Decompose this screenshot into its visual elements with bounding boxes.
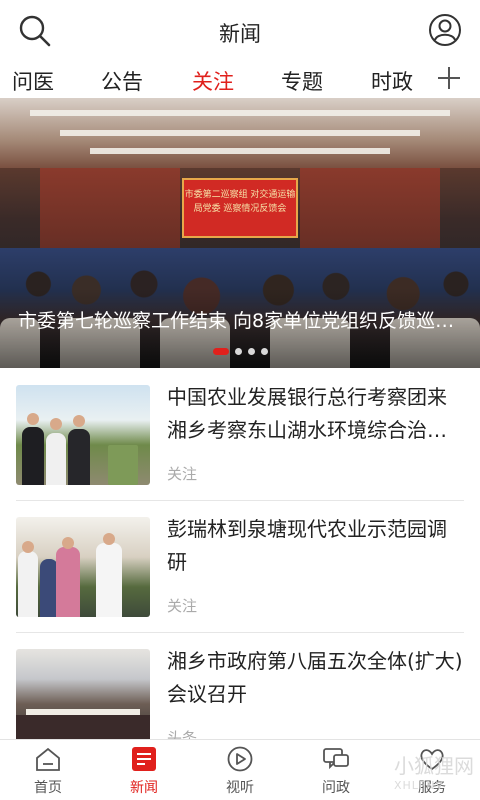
play-icon xyxy=(227,746,253,772)
meeting-stage-banner: 市委第二巡察组 对交通运输局党委 巡察情况反馈会 xyxy=(182,178,298,238)
chat-icon xyxy=(323,748,349,770)
nav-label: 新闻 xyxy=(130,780,158,796)
nav-label: 视听 xyxy=(226,780,254,796)
nav-news[interactable]: 新闻 xyxy=(96,740,192,800)
carousel-dot-active[interactable] xyxy=(212,348,229,355)
nav-home[interactable]: 首页 xyxy=(0,740,96,800)
watermark-subtext: XHLFNV xyxy=(394,779,445,792)
nav-inquiry[interactable]: 问政 xyxy=(288,740,384,800)
stage-banner-text: 市委第二巡察组 对交通运输局党委 巡察情况反馈会 xyxy=(184,190,296,214)
tab-guanzhu[interactable]: 关注 xyxy=(192,66,234,96)
page-title: 新闻 xyxy=(219,22,261,46)
nav-label: 问政 xyxy=(322,780,350,796)
carousel-dot[interactable] xyxy=(247,348,255,355)
article-thumbnail xyxy=(16,385,150,485)
nav-video[interactable]: 视听 xyxy=(192,740,288,800)
plus-icon[interactable] xyxy=(436,65,462,91)
hero-caption[interactable]: 市委第七轮巡察工作结束 向8家单位党组织反馈巡察情况 xyxy=(18,306,468,333)
app-header: 新闻 xyxy=(0,0,480,62)
carousel-indicator xyxy=(0,348,480,356)
site-watermark: 小狐狸网 XHLFNV xyxy=(394,750,474,792)
news-icon xyxy=(132,747,156,771)
home-icon xyxy=(36,747,60,771)
article-tag: 关注 xyxy=(167,465,198,483)
article-tag: 关注 xyxy=(167,597,198,615)
carousel-dot[interactable] xyxy=(234,348,242,355)
article-thumbnail xyxy=(16,517,150,617)
list-item[interactable]: 中国农业发展银行总行考察团来湘乡考察东山湖水环境综合治理项目 关注 xyxy=(0,368,480,500)
user-icon[interactable] xyxy=(428,13,462,47)
watermark-text: 小狐狸网 xyxy=(394,754,474,778)
tab-gonggao[interactable]: 公告 xyxy=(101,66,143,96)
carousel-dot[interactable] xyxy=(260,348,268,355)
list-item[interactable]: 彭瑞林到泉塘现代农业示范园调研 关注 xyxy=(0,500,480,632)
tab-zhuanti[interactable]: 专题 xyxy=(281,66,323,96)
article-thumbnail xyxy=(16,649,150,749)
hero-carousel[interactable]: 市委第二巡察组 对交通运输局党委 巡察情况反馈会 市委第七轮巡察工作结束 向8家… xyxy=(0,98,480,368)
article-title[interactable]: 彭瑞林到泉塘现代农业示范园调研 xyxy=(167,513,466,579)
tab-wenyi[interactable]: 问医 xyxy=(12,66,54,96)
article-title[interactable]: 中国农业发展银行总行考察团来湘乡考察东山湖水环境综合治理项目 xyxy=(167,381,466,447)
channel-tabs: 问医 公告 关注 专题 时政 xyxy=(0,62,480,98)
article-title[interactable]: 湘乡市政府第八届五次全体(扩大)会议召开 xyxy=(167,645,466,711)
tab-shizheng[interactable]: 时政 xyxy=(371,66,413,96)
nav-label: 首页 xyxy=(34,780,62,796)
